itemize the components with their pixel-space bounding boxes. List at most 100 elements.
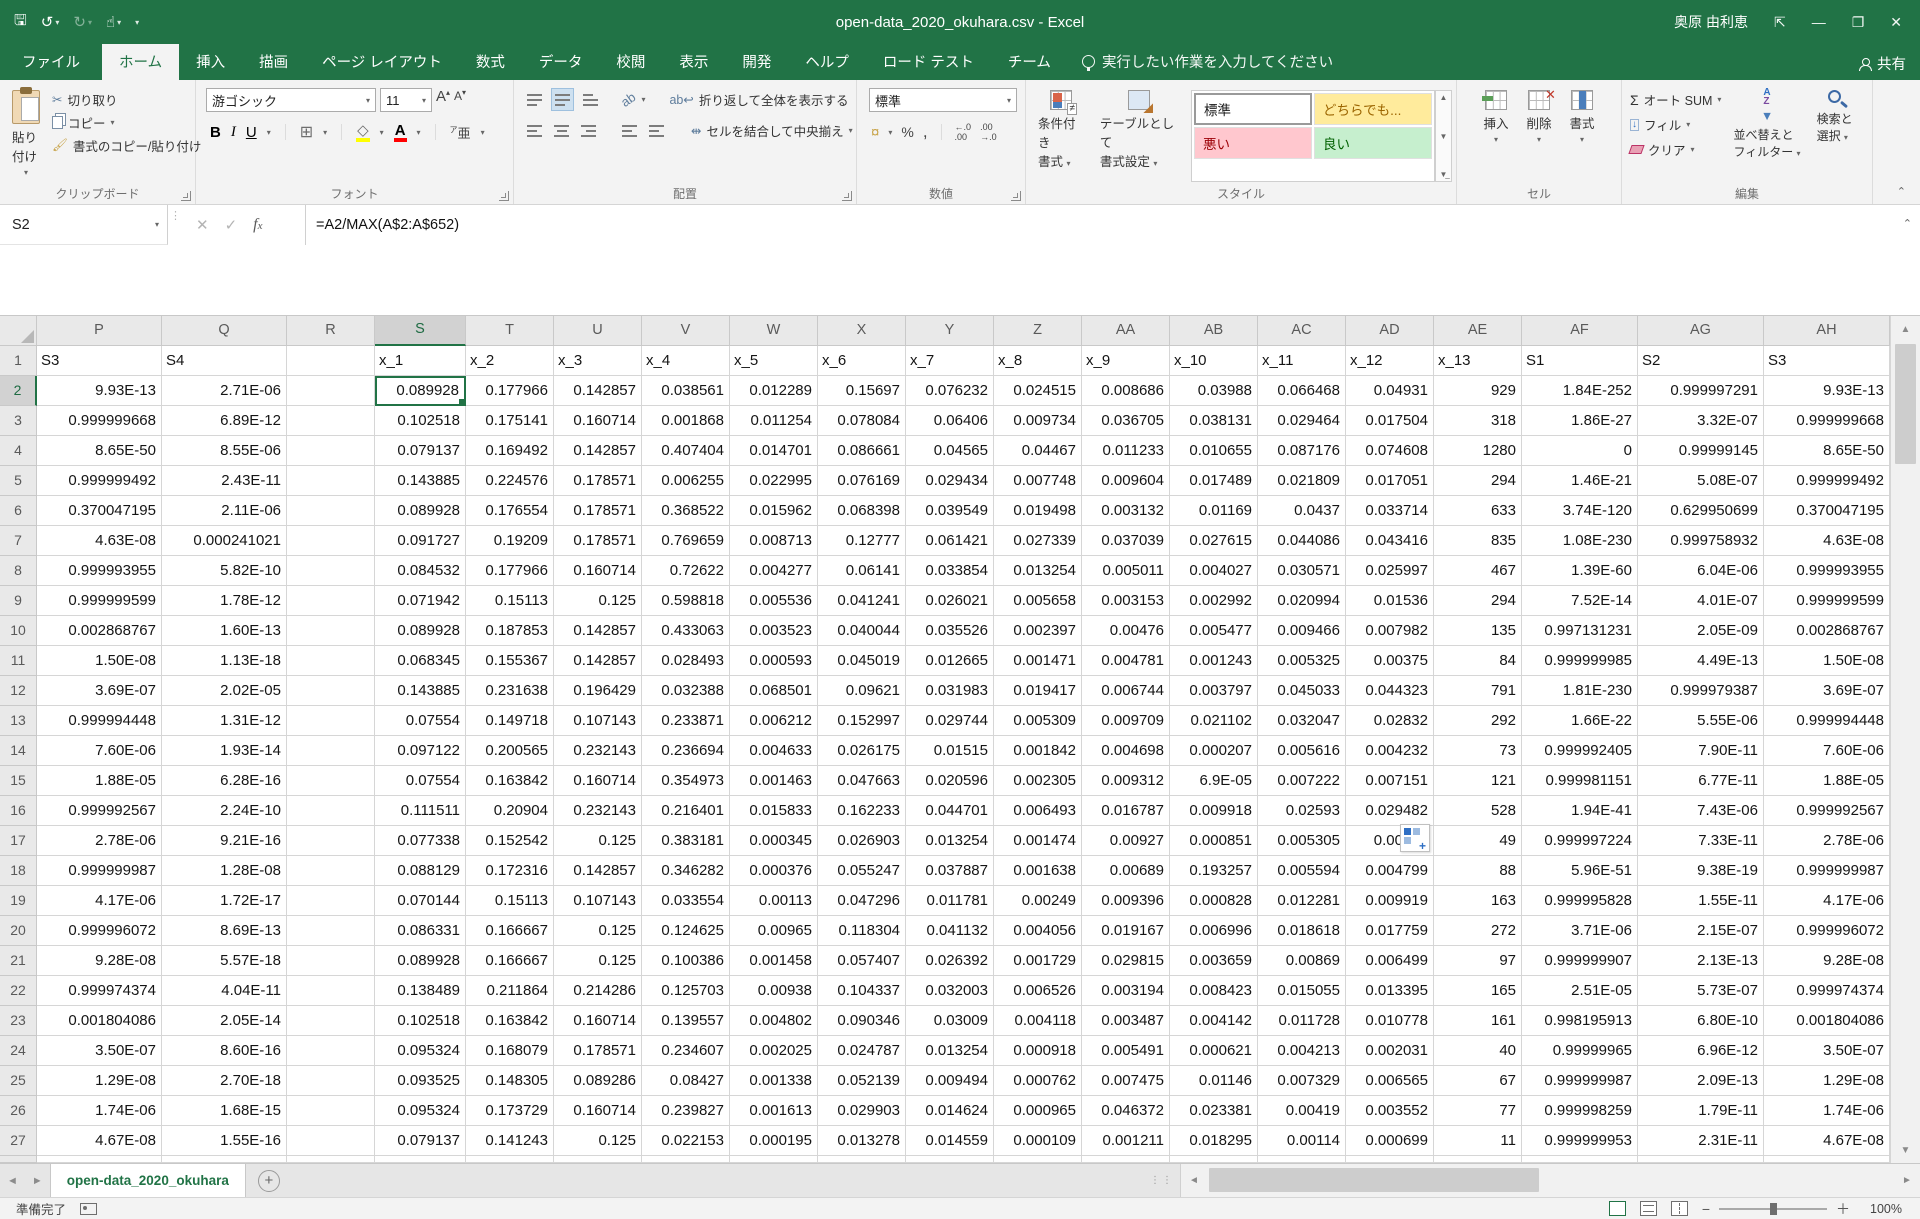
clear-button[interactable]: クリア▾ xyxy=(1626,138,1725,161)
cell[interactable]: 0.02832 xyxy=(1346,706,1434,736)
cell[interactable]: 1.13E-18 xyxy=(162,646,287,676)
cell[interactable]: 0.178571 xyxy=(554,1036,642,1066)
cell[interactable]: 0.148305 xyxy=(466,1066,554,1096)
cell[interactable]: 0.04931 xyxy=(1346,376,1434,406)
comma-style-icon[interactable]: , xyxy=(923,122,928,142)
cell[interactable]: 0.155367 xyxy=(466,646,554,676)
cell[interactable]: 4.67E-08 xyxy=(1764,1126,1890,1156)
cell[interactable]: 0.006744 xyxy=(1082,676,1170,706)
cell[interactable]: 0.009466 xyxy=(1258,616,1346,646)
column-header-AE[interactable]: AE xyxy=(1434,316,1522,346)
cell[interactable] xyxy=(287,1126,375,1156)
wrap-text-button[interactable]: ab↩折り返して全体を表示する xyxy=(665,88,852,111)
cell[interactable]: 0.172316 xyxy=(466,856,554,886)
row-header-23[interactable]: 23 xyxy=(0,1006,37,1036)
cell[interactable]: 0.008686 xyxy=(1082,376,1170,406)
cell[interactable]: 0.095324 xyxy=(375,1036,466,1066)
formula-bar-collapse-icon[interactable]: ⌃ xyxy=(1903,217,1912,230)
cell[interactable]: 0.999979387 xyxy=(1638,676,1764,706)
cell[interactable]: 0.019498 xyxy=(994,496,1082,526)
autosum-button[interactable]: Σオート SUM▾ xyxy=(1626,88,1725,111)
cell[interactable]: 0.001868 xyxy=(642,406,730,436)
collapse-ribbon-icon[interactable]: ⌃ xyxy=(1897,185,1906,198)
cell[interactable]: 0.029744 xyxy=(906,706,994,736)
cell[interactable]: 0.999999987 xyxy=(37,856,162,886)
cell[interactable]: 0.72622 xyxy=(642,556,730,586)
cell[interactable]: 0.370047195 xyxy=(37,496,162,526)
increase-font-icon[interactable]: A▴ xyxy=(436,88,450,112)
ribbon-tab-4[interactable]: ページ レイアウト xyxy=(305,44,459,80)
cell[interactable]: 0.00375 xyxy=(1346,646,1434,676)
cell[interactable]: 0.141243 xyxy=(466,1126,554,1156)
cell[interactable]: 0.001338 xyxy=(730,1066,818,1096)
cell[interactable]: 0.014559 xyxy=(906,1126,994,1156)
row-header-2[interactable]: 2 xyxy=(0,376,37,406)
cell[interactable]: 3.74E-120 xyxy=(1522,496,1638,526)
cell[interactable]: 0.007475 xyxy=(1082,1066,1170,1096)
cell[interactable]: 0.20904 xyxy=(466,796,554,826)
selected-cell-S2[interactable]: 0.089928 xyxy=(375,376,466,406)
cell[interactable]: 0.234607 xyxy=(642,1036,730,1066)
cell[interactable]: 0.009604 xyxy=(1082,466,1170,496)
cell[interactable]: 163 xyxy=(1434,886,1522,916)
cell[interactable]: 0.037039 xyxy=(1082,526,1170,556)
cell[interactable] xyxy=(287,496,375,526)
cell[interactable]: 7.90E-11 xyxy=(1638,736,1764,766)
cell[interactable]: 0.077338 xyxy=(375,826,466,856)
cell[interactable]: 0.06141 xyxy=(818,556,906,586)
ribbon-tab-8[interactable]: 表示 xyxy=(662,44,725,80)
cell[interactable]: 0.002305 xyxy=(994,766,1082,796)
cell[interactable]: 0.999993955 xyxy=(37,556,162,586)
column-header-S[interactable]: S xyxy=(375,316,466,346)
cell[interactable]: 0.629950699 xyxy=(1638,496,1764,526)
row-header-26[interactable]: 26 xyxy=(0,1096,37,1126)
cell[interactable]: 0.187853 xyxy=(466,616,554,646)
cell[interactable]: 0.006526 xyxy=(994,976,1082,1006)
cell[interactable]: x_12 xyxy=(1346,346,1434,376)
find-select-button[interactable]: 検索と選択 ▾ xyxy=(1809,86,1861,182)
cell[interactable]: 294 xyxy=(1434,466,1522,496)
cell[interactable]: 0.232143 xyxy=(554,736,642,766)
cell[interactable]: 0.999996072 xyxy=(1764,916,1890,946)
row-header-7[interactable]: 7 xyxy=(0,526,37,556)
font-color-icon[interactable]: A xyxy=(394,123,407,142)
cell[interactable]: 0.162233 xyxy=(818,796,906,826)
cell[interactable]: 0.239827 xyxy=(642,1096,730,1126)
cell[interactable]: 0.005536 xyxy=(730,586,818,616)
cell[interactable]: 0.020596 xyxy=(906,766,994,796)
cell[interactable]: 0.00476 xyxy=(1082,616,1170,646)
cell[interactable]: x_11 xyxy=(1258,346,1346,376)
cell[interactable]: 1.29E-08 xyxy=(1764,1066,1890,1096)
cell[interactable]: x_13 xyxy=(1434,346,1522,376)
cell[interactable]: 0.093525 xyxy=(375,1066,466,1096)
cell[interactable]: 0.236694 xyxy=(642,736,730,766)
column-header-Q[interactable]: Q xyxy=(162,316,287,346)
cell[interactable]: 0.037887 xyxy=(906,856,994,886)
cell[interactable]: 0.160714 xyxy=(554,556,642,586)
cell[interactable]: 0.999998259 xyxy=(1522,1096,1638,1126)
cell[interactable]: 0.005491 xyxy=(1082,1036,1170,1066)
cell[interactable]: 0.001243 xyxy=(1170,646,1258,676)
cell[interactable]: 1.68E-15 xyxy=(162,1096,287,1126)
cell[interactable]: 0.100386 xyxy=(642,946,730,976)
cell[interactable]: 0.087176 xyxy=(1258,436,1346,466)
cell[interactable]: x_2 xyxy=(466,346,554,376)
row-header-27[interactable]: 27 xyxy=(0,1126,37,1156)
alignment-dialog-launcher-icon[interactable] xyxy=(842,191,852,201)
cell[interactable]: 0.013254 xyxy=(906,1036,994,1066)
cell[interactable]: 1.72E-17 xyxy=(162,886,287,916)
cell[interactable]: 0.002868767 xyxy=(37,616,162,646)
cell[interactable]: 0.999758932 xyxy=(1638,526,1764,556)
row-header-21[interactable]: 21 xyxy=(0,946,37,976)
cell[interactable]: 0.004799 xyxy=(1346,856,1434,886)
column-header-R[interactable]: R xyxy=(287,316,375,346)
cell[interactable]: 0.160714 xyxy=(554,1006,642,1036)
cell[interactable]: 0.005477 xyxy=(1170,616,1258,646)
cell[interactable]: 0.160714 xyxy=(554,766,642,796)
cell[interactable]: 0.04467 xyxy=(994,436,1082,466)
cell[interactable]: 0.99999145 xyxy=(1638,436,1764,466)
vertical-scrollbar[interactable]: ▲ ▼ xyxy=(1890,316,1920,1163)
cell[interactable]: 0.091727 xyxy=(375,526,466,556)
cell[interactable]: 0.104337 xyxy=(818,976,906,1006)
row-header-19[interactable]: 19 xyxy=(0,886,37,916)
